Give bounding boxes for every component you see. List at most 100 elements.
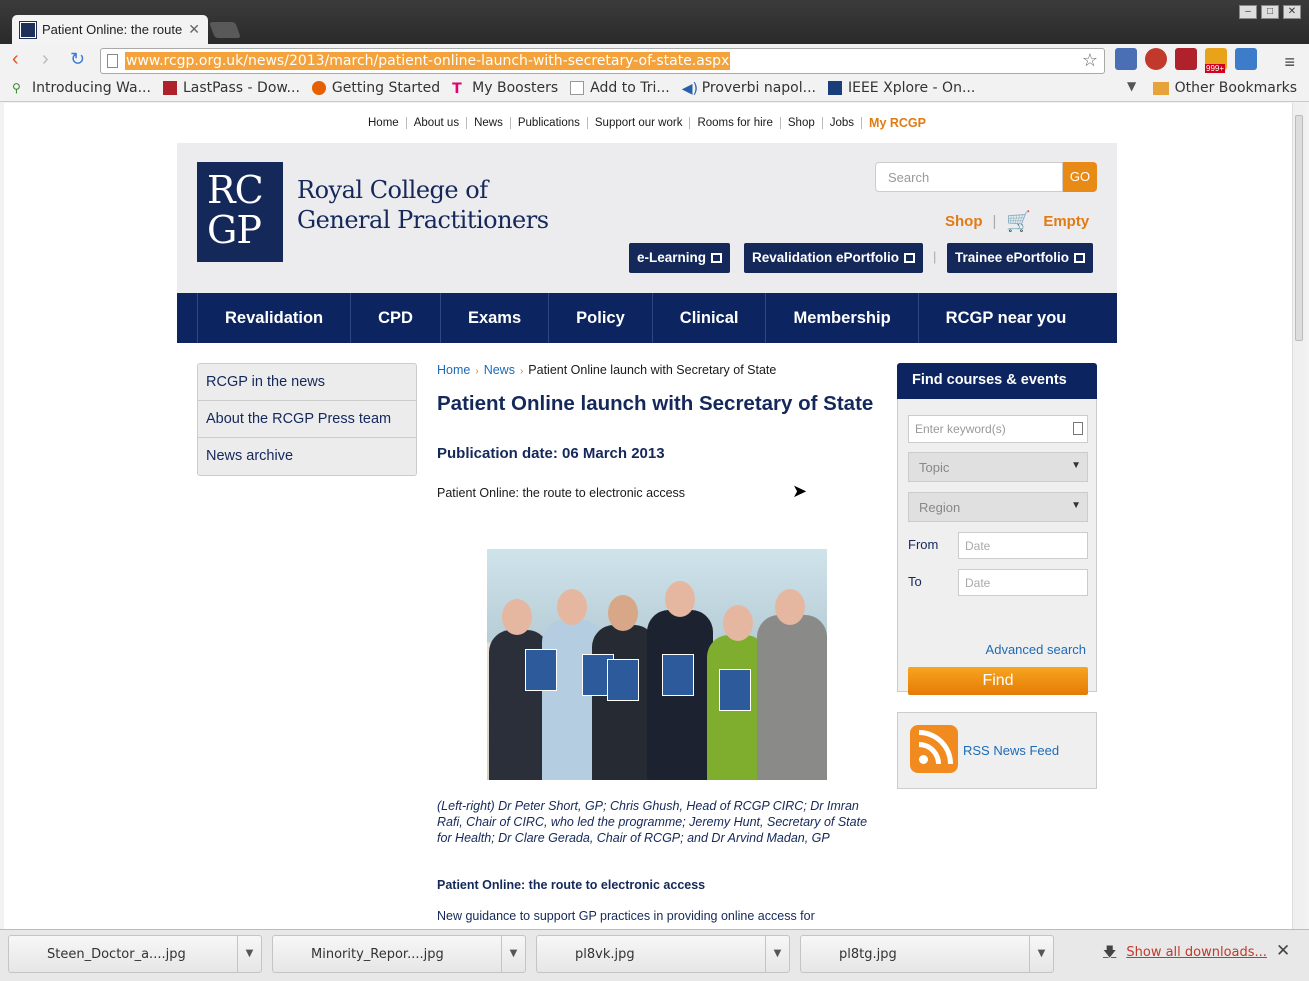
download-filename: pl8tg.jpg bbox=[839, 947, 897, 962]
bookmark-item[interactable]: IEEE Xplore - On... bbox=[827, 80, 975, 96]
nav-revalidation[interactable]: Revalidation bbox=[197, 293, 352, 343]
nav-exams[interactable]: Exams bbox=[441, 293, 550, 343]
scrollbar-thumb[interactable] bbox=[1295, 115, 1303, 341]
download-item[interactable]: Steen_Doctor_a....jpg ▼ bbox=[8, 935, 262, 973]
url-text[interactable]: www.rcgp.org.uk/news/2013/march/patient-… bbox=[125, 52, 731, 70]
logo-wordmark[interactable]: Royal College of General Practitioners bbox=[297, 175, 549, 235]
bookmark-item[interactable]: LastPass - Dow... bbox=[162, 80, 300, 96]
bookmark-item[interactable]: Getting Started bbox=[311, 80, 441, 96]
bookmark-item[interactable]: T My Boosters bbox=[452, 80, 558, 97]
browser-tab[interactable]: Patient Online: the route ✕ bbox=[12, 15, 208, 44]
download-menu-icon[interactable]: ▼ bbox=[1029, 936, 1053, 972]
rcgp-logo[interactable]: RC GP bbox=[197, 162, 283, 262]
download-item[interactable]: pl8tg.jpg ▼ bbox=[800, 935, 1054, 973]
cart-icon[interactable]: 🛒 bbox=[1006, 209, 1031, 234]
util-support-link[interactable]: Support our work bbox=[588, 117, 691, 129]
maximize-icon[interactable]: □ bbox=[1261, 5, 1279, 19]
rss-link[interactable]: RSS News Feed bbox=[963, 743, 1059, 758]
topic-select[interactable]: Topic ▼ bbox=[908, 452, 1088, 482]
minimize-icon[interactable]: – bbox=[1239, 5, 1257, 19]
other-bookmarks[interactable]: Other Bookmarks bbox=[1152, 80, 1297, 96]
util-news-link[interactable]: News bbox=[467, 117, 511, 129]
shop-link[interactable]: Shop bbox=[945, 213, 983, 230]
close-window-icon[interactable]: ✕ bbox=[1283, 5, 1301, 19]
extension-1h-icon[interactable] bbox=[1115, 48, 1137, 70]
reload-icon[interactable]: ↻ bbox=[70, 49, 85, 69]
page-scrollbar[interactable] bbox=[1292, 103, 1305, 929]
new-tab-button[interactable] bbox=[209, 22, 241, 38]
close-downloads-icon[interactable]: ✕ bbox=[1276, 941, 1290, 961]
lastpass-icon bbox=[162, 81, 177, 95]
util-about-link[interactable]: About us bbox=[407, 117, 468, 129]
site-search-input[interactable]: Search bbox=[875, 162, 1063, 192]
section-sidebar: RCGP in the news About the RCGP Press te… bbox=[197, 363, 417, 476]
show-all-downloads[interactable]: 🡇 Show all downloads... bbox=[1103, 943, 1267, 965]
external-window-icon bbox=[904, 253, 916, 264]
advanced-search-link[interactable]: Advanced search bbox=[986, 642, 1086, 657]
extension-stop-icon[interactable] bbox=[1145, 48, 1167, 70]
lastpass-icon[interactable] bbox=[1175, 48, 1197, 70]
logo-mark-top: RC bbox=[207, 168, 264, 212]
util-jobs-link[interactable]: Jobs bbox=[823, 117, 863, 129]
divider: | bbox=[933, 249, 937, 264]
rss-feed-box[interactable]: RSS News Feed bbox=[897, 712, 1097, 789]
breadcrumb-home[interactable]: Home bbox=[437, 363, 470, 377]
calendar-extension-icon[interactable] bbox=[1235, 48, 1257, 70]
bookmark-item[interactable]: ⚲ Introducing Wa... bbox=[12, 80, 151, 96]
menu-icon[interactable]: ≡ bbox=[1284, 52, 1295, 73]
publication-date: Publication date: 06 March 2013 bbox=[437, 445, 665, 462]
revalidation-portfolio-button[interactable]: Revalidation ePortfolio bbox=[744, 243, 924, 273]
nav-cpd[interactable]: CPD bbox=[351, 293, 441, 343]
topic-value: Topic bbox=[919, 460, 950, 475]
keyword-field-icon bbox=[1073, 422, 1083, 435]
bookmarks-overflow-icon[interactable]: ▼ bbox=[1127, 79, 1136, 93]
trainee-portfolio-button[interactable]: Trainee ePortfolio bbox=[947, 243, 1094, 273]
courses-heading: Find courses & events bbox=[897, 363, 1097, 399]
bookmark-item[interactable]: ◀) Proverbi napol... bbox=[682, 80, 816, 97]
article-subtitle: Patient Online: the route to electronic … bbox=[437, 486, 686, 500]
search-go-button[interactable]: GO bbox=[1063, 162, 1097, 192]
nav-policy[interactable]: Policy bbox=[549, 293, 653, 343]
download-item[interactable]: pl8vk.jpg ▼ bbox=[536, 935, 790, 973]
bookmark-label: Getting Started bbox=[331, 80, 441, 96]
extension-icons: 999+ bbox=[1115, 48, 1257, 73]
extension-counter-icon[interactable]: 999+ bbox=[1205, 48, 1227, 73]
find-button[interactable]: Find bbox=[908, 667, 1088, 695]
download-menu-icon[interactable]: ▼ bbox=[237, 936, 261, 972]
page-title: Patient Online launch with Secretary of … bbox=[437, 392, 874, 415]
sidebar-item-news-archive[interactable]: News archive bbox=[198, 438, 416, 475]
nav-rcgp-near-you[interactable]: RCGP near you bbox=[919, 293, 1094, 343]
keyword-input[interactable]: Enter keyword(s) bbox=[908, 415, 1088, 443]
region-select[interactable]: Region ▼ bbox=[908, 492, 1088, 522]
address-bar[interactable]: www.rcgp.org.uk/news/2013/march/patient-… bbox=[100, 48, 1105, 74]
nav-clinical[interactable]: Clinical bbox=[653, 293, 767, 343]
util-myrcgp-link[interactable]: My RCGP bbox=[862, 117, 933, 130]
back-icon[interactable]: ‹ bbox=[12, 49, 19, 69]
show-all-downloads-link[interactable]: Show all downloads... bbox=[1126, 945, 1267, 960]
downloads-bar: Steen_Doctor_a....jpg ▼ Minority_Repor...… bbox=[0, 929, 1309, 981]
download-menu-icon[interactable]: ▼ bbox=[501, 936, 525, 972]
util-rooms-link[interactable]: Rooms for hire bbox=[690, 117, 781, 129]
breadcrumb-news[interactable]: News bbox=[484, 363, 515, 377]
bookmark-star-icon[interactable]: ☆ bbox=[1082, 49, 1098, 73]
bookmark-label: Proverbi napol... bbox=[701, 80, 816, 96]
basket-status[interactable]: Empty bbox=[1043, 213, 1089, 230]
util-home-link[interactable]: Home bbox=[361, 117, 407, 129]
sidebar-item-press-team[interactable]: About the RCGP Press team bbox=[198, 401, 416, 438]
download-menu-icon[interactable]: ▼ bbox=[765, 936, 789, 972]
right-column: Find courses & events Enter keyword(s) T… bbox=[897, 363, 1097, 789]
to-date-input[interactable]: Date bbox=[958, 569, 1088, 596]
from-date-input[interactable]: Date bbox=[958, 532, 1088, 559]
sidebar-item-in-the-news[interactable]: RCGP in the news bbox=[198, 364, 416, 401]
elearning-button[interactable]: e-Learning bbox=[629, 243, 731, 273]
util-publications-link[interactable]: Publications bbox=[511, 117, 588, 129]
tab-close-icon[interactable]: ✕ bbox=[188, 21, 200, 38]
nav-membership[interactable]: Membership bbox=[766, 293, 919, 343]
mouse-cursor-icon: ➤ bbox=[792, 481, 808, 501]
bookmark-item[interactable]: Add to Tri... bbox=[570, 80, 670, 96]
util-shop-link[interactable]: Shop bbox=[781, 117, 823, 129]
download-item[interactable]: Minority_Repor....jpg ▼ bbox=[272, 935, 526, 973]
rss-icon bbox=[910, 725, 958, 773]
forward-icon[interactable]: › bbox=[42, 49, 49, 69]
other-bookmarks-label: Other Bookmarks bbox=[1174, 80, 1297, 96]
